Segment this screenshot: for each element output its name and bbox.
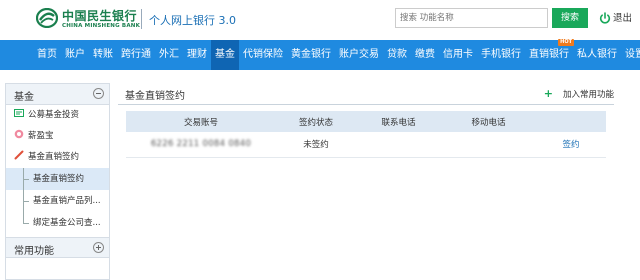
tree-connector — [23, 201, 29, 202]
sidebar-item-label: 基金直销签约 — [28, 152, 80, 162]
nav-item-interbank[interactable]: 跨行通 — [117, 40, 155, 70]
search-input[interactable] — [396, 9, 547, 27]
tree-connector — [23, 179, 29, 180]
cell-phone — [356, 132, 441, 158]
nav-item-direct-bank[interactable]: 直销银行 HOT — [525, 39, 574, 70]
nav-item-transfer[interactable]: 转账 — [89, 40, 117, 70]
nav-item-credit-card[interactable]: 信用卡 — [439, 40, 477, 70]
nav-item-settings[interactable]: 设置 — [621, 40, 640, 70]
sidebar-item-label: 公募基金投资 — [28, 110, 80, 120]
search-button[interactable]: 搜索 — [552, 8, 588, 28]
hot-badge: HOT — [558, 39, 574, 46]
main-content: 基金直销签约 + 加入常用功能 交易账号 签约状态 联系电话 移动电话 6226 … — [118, 83, 614, 280]
sidebar-section-title: 常用功能 — [14, 246, 54, 257]
piggy-bank-icon — [14, 129, 24, 139]
plus-icon: + — [543, 87, 553, 100]
sidebar-subitem-label: 基金直销签约 — [33, 174, 85, 184]
site-title: 个人网上银行 3.0 — [149, 14, 236, 27]
nav-item-fund[interactable]: 基金 — [211, 40, 239, 70]
sidebar-subitem-product-list[interactable]: 基金直销产品列... — [6, 190, 109, 212]
sidebar-subitem-label: 绑定基金公司查... — [33, 218, 101, 228]
page-title: 基金直销签约 — [125, 91, 185, 102]
cell-status: 未签约 — [276, 132, 356, 158]
col-header-mobile: 移动电话 — [441, 111, 536, 132]
header-bar: 中国民生银行 CHINA MINSHENG BANK 个人网上银行 3.0 搜索… — [0, 0, 640, 37]
bank-logo-icon — [36, 8, 58, 28]
nav-item-forex[interactable]: 外汇 — [155, 40, 183, 70]
add-favorite-button[interactable]: + 加入常用功能 — [544, 87, 614, 100]
col-header-action — [536, 111, 606, 132]
logo-text-cn: 中国民生银行 — [62, 9, 138, 23]
cell-account: 6226 2211 0084 0840 — [126, 132, 276, 158]
tree-connector — [23, 223, 29, 224]
sidebar-subitem-label: 基金直销产品列... — [33, 196, 101, 206]
cell-action: 签约 — [536, 132, 606, 158]
nav-item-direct-bank-label: 直销银行 — [529, 49, 569, 60]
logout-button[interactable]: 退出 — [599, 10, 632, 24]
col-header-account: 交易账号 — [126, 111, 276, 132]
nav-item-account-trade[interactable]: 账户交易 — [335, 40, 383, 70]
fund-icon — [14, 109, 24, 117]
power-icon — [599, 12, 611, 24]
expand-icon[interactable] — [93, 242, 104, 253]
sidebar-item-direct-sign[interactable]: 基金直销签约 — [6, 147, 109, 168]
col-header-phone: 联系电话 — [356, 111, 441, 132]
nav-item-mobile-bank[interactable]: 手机银行 — [477, 40, 525, 70]
title-divider — [118, 104, 614, 105]
pen-icon — [14, 150, 24, 160]
sign-link[interactable]: 签约 — [562, 140, 579, 150]
sidebar-subitem-direct-sign[interactable]: 基金直销签约 — [6, 168, 109, 190]
search-field[interactable] — [395, 8, 548, 28]
collapse-icon[interactable] — [93, 88, 104, 99]
logo-divider — [141, 9, 142, 29]
main-nav: 首页 账户 转账 跨行通 外汇 理财 基金 代销保险 黄金银行 账户交易 贷款 … — [0, 39, 640, 70]
sidebar-section-title: 基金 — [14, 92, 34, 103]
add-favorite-label: 加入常用功能 — [562, 90, 614, 100]
logout-label: 退出 — [613, 13, 633, 24]
nav-item-insurance[interactable]: 代销保险 — [239, 40, 287, 70]
nav-item-wealth[interactable]: 理财 — [183, 40, 211, 70]
nav-item-payment[interactable]: 缴费 — [411, 40, 439, 70]
table-row: 6226 2211 0084 0840 未签约 签约 — [126, 132, 606, 158]
sidebar-item-public-fund[interactable]: 公募基金投资 — [6, 105, 109, 126]
cell-mobile — [441, 132, 536, 158]
sidebar-subitem-bind-company[interactable]: 绑定基金公司查... — [6, 212, 109, 234]
nav-item-loan[interactable]: 贷款 — [383, 40, 411, 70]
nav-item-home[interactable]: 首页 — [33, 40, 61, 70]
nav-item-account[interactable]: 账户 — [61, 40, 89, 70]
table-header-row: 交易账号 签约状态 联系电话 移动电话 — [126, 111, 606, 132]
sidebar-item-label: 薪盈宝 — [28, 131, 54, 141]
nav-item-private-bank[interactable]: 私人银行 — [573, 40, 621, 70]
sidebar-item-xinyingbao[interactable]: 薪盈宝 — [6, 126, 109, 147]
col-header-status: 签约状态 — [276, 111, 356, 132]
logo-text-en: CHINA MINSHENG BANK — [62, 23, 141, 29]
nav-item-gold[interactable]: 黄金银行 — [287, 40, 335, 70]
sign-table: 交易账号 签约状态 联系电话 移动电话 6226 2211 0084 0840 … — [126, 111, 606, 158]
left-sidebar: 基金 公募基金投资 薪盈宝 基金直销签约 基金直销签约 基金直销产品列... 绑… — [5, 83, 110, 280]
masked-account-number: 6226 2211 0084 0840 — [150, 139, 252, 150]
sidebar-section-favorites[interactable]: 常用功能 — [6, 237, 109, 258]
sidebar-section-fund[interactable]: 基金 — [6, 84, 109, 105]
